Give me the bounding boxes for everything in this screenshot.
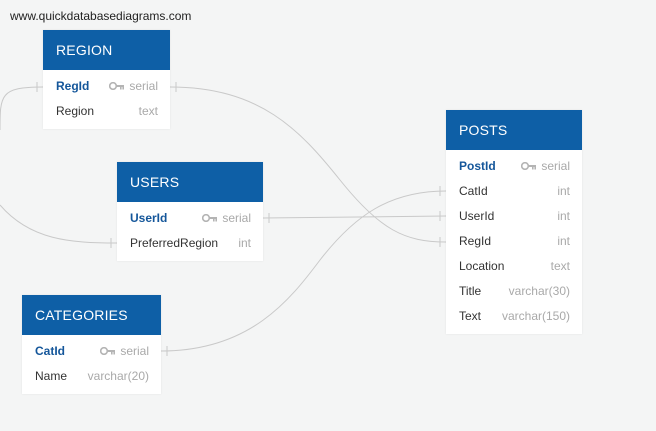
field-row[interactable]: RegId int <box>446 229 582 254</box>
field-row[interactable]: Text varchar(150) <box>446 304 582 329</box>
field-type: int <box>557 184 570 198</box>
field-name: Region <box>56 104 95 118</box>
field-row[interactable]: CatId serial <box>22 339 161 364</box>
field-type: varchar(20) <box>87 369 149 383</box>
field-name: RegId <box>56 79 90 93</box>
table-title[interactable]: REGION <box>43 30 170 70</box>
field-row[interactable]: PreferredRegion int <box>117 231 263 256</box>
field-type: serial <box>100 339 149 364</box>
field-type-label: serial <box>222 211 251 225</box>
table-title[interactable]: USERS <box>117 162 263 202</box>
field-row[interactable]: RegId serial <box>43 74 170 99</box>
field-name: PreferredRegion <box>130 236 219 250</box>
field-type: serial <box>109 74 158 99</box>
field-name: Text <box>459 309 482 323</box>
field-type: serial <box>202 206 251 231</box>
field-type: int <box>557 234 570 248</box>
field-type: varchar(150) <box>501 309 570 323</box>
key-icon <box>521 161 537 170</box>
field-type-label: serial <box>129 79 158 93</box>
field-row[interactable]: Name varchar(20) <box>22 364 161 389</box>
field-row[interactable]: UserId serial <box>117 206 263 231</box>
table-title[interactable]: POSTS <box>446 110 582 150</box>
field-type: int <box>557 209 570 223</box>
field-row[interactable]: Location text <box>446 254 582 279</box>
field-type-label: serial <box>120 344 149 358</box>
key-icon <box>202 213 218 222</box>
field-name: PostId <box>459 159 496 173</box>
field-type: int <box>238 236 251 250</box>
link-region-users <box>0 86 44 131</box>
field-type: serial <box>521 154 570 179</box>
table-title[interactable]: CATEGORIES <box>22 295 161 335</box>
field-name: Name <box>35 369 68 383</box>
field-name: CatId <box>459 184 488 198</box>
field-type: text <box>138 104 158 118</box>
key-icon <box>100 346 116 355</box>
field-name: Location <box>459 259 505 273</box>
table-region[interactable]: REGION RegId serial Region text <box>43 30 170 129</box>
field-row[interactable]: PostId serial <box>446 154 582 179</box>
field-name: UserId <box>459 209 495 223</box>
field-row[interactable]: CatId int <box>446 179 582 204</box>
key-icon <box>109 81 125 90</box>
table-users[interactable]: USERS UserId serial PreferredRegion int <box>117 162 263 261</box>
field-type: varchar(30) <box>508 284 570 298</box>
table-categories[interactable]: CATEGORIES CatId serial Name varchar(20) <box>22 295 161 394</box>
field-name: CatId <box>35 344 65 358</box>
field-name: UserId <box>130 211 168 225</box>
field-row[interactable]: Title varchar(30) <box>446 279 582 304</box>
field-name: Title <box>459 284 482 298</box>
field-row[interactable]: Region text <box>43 99 170 124</box>
field-type-label: serial <box>541 159 570 173</box>
field-type: text <box>550 259 570 273</box>
link-users-region <box>0 204 118 244</box>
link-users-posts <box>262 215 447 219</box>
field-name: RegId <box>459 234 492 248</box>
field-row[interactable]: UserId int <box>446 204 582 229</box>
table-posts[interactable]: POSTS PostId serial CatId int UserId int… <box>446 110 582 334</box>
